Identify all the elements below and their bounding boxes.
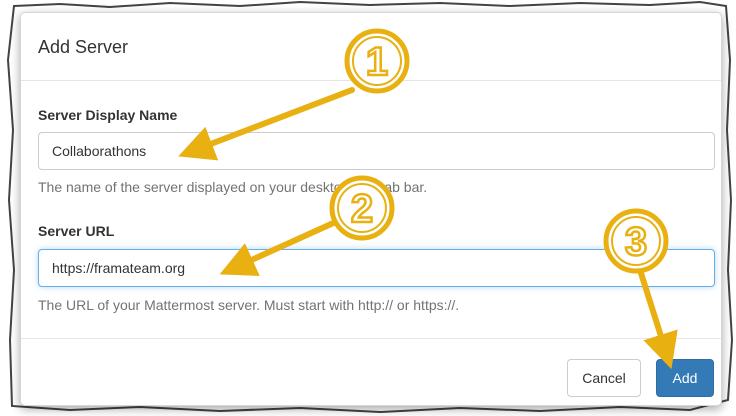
server-display-name-input[interactable] <box>38 132 715 170</box>
server-display-name-help: The name of the server displayed on your… <box>38 179 428 195</box>
server-url-input[interactable] <box>38 249 715 287</box>
server-display-name-label: Server Display Name <box>38 107 178 123</box>
server-url-label: Server URL <box>38 223 115 239</box>
dialog-footer: Cancel Add <box>21 338 721 407</box>
dialog-title: Add Server <box>38 37 129 57</box>
cancel-button[interactable]: Cancel <box>567 359 641 397</box>
add-server-dialog: Add Server Server Display Name The name … <box>20 12 722 406</box>
screenshot-stage: Add Server Server Display Name The name … <box>0 0 736 416</box>
dialog-header: Add Server <box>21 13 721 81</box>
add-button[interactable]: Add <box>656 359 714 397</box>
server-url-help: The URL of your Mattermost server. Must … <box>38 297 460 313</box>
